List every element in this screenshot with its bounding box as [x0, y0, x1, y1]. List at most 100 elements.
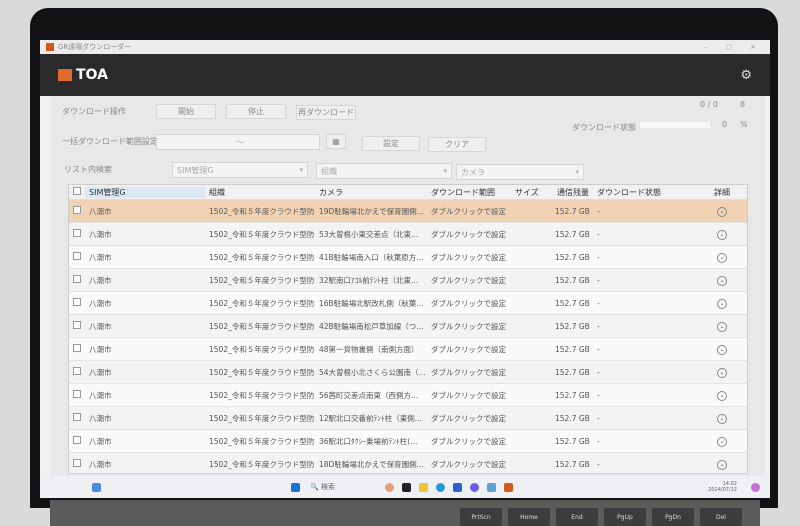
cell-sim: 八潮市 [89, 229, 112, 239]
cell-range[interactable]: ダブルクリックで設定 [427, 206, 511, 217]
cell-sim: 八潮市 [89, 459, 112, 469]
chevron-down-icon[interactable]: ⌄ [717, 459, 727, 470]
col-camera[interactable]: カメラ [315, 187, 427, 198]
col-status[interactable]: ダウンロード状態 [593, 187, 705, 198]
col-org[interactable]: 組織 [205, 187, 315, 198]
start-button[interactable]: 開始 [156, 104, 216, 119]
row-checkbox[interactable] [73, 344, 81, 352]
row-checkbox[interactable] [73, 367, 81, 375]
col-sim[interactable]: SIM管理G [85, 186, 205, 198]
cell-range[interactable]: ダブルクリックで設定 [427, 390, 511, 401]
row-checkbox[interactable] [73, 413, 81, 421]
cell-range[interactable]: ダブルクリックで設定 [427, 321, 511, 332]
minimize-button[interactable]: – [704, 43, 708, 51]
cell-range[interactable]: ダブルクリックで設定 [427, 344, 511, 355]
table-row[interactable]: 八潮市 1502_令和５年度クラウド型防... 56茜町交差点南東（西側方...… [69, 384, 747, 407]
cell-org: 1502_令和５年度クラウド型防... [209, 436, 315, 446]
app-icon-l[interactable] [401, 482, 411, 492]
cell-org: 1502_令和５年度クラウド型防... [209, 344, 315, 354]
window-title: GR遠隔ダウンローダー [58, 43, 132, 51]
cell-range[interactable]: ダブルクリックで設定 [427, 436, 511, 447]
chevron-down-icon[interactable]: ⌄ [717, 229, 727, 240]
table-row[interactable]: 八潮市 1502_令和５年度クラウド型防... 16B駐輪場北駅改札側（秋葉..… [69, 292, 747, 315]
windows-start-icon[interactable] [291, 482, 300, 492]
cell-org: 1502_令和５年度クラウド型防... [209, 413, 315, 423]
cell-range[interactable]: ダブルクリックで設定 [427, 229, 511, 240]
cell-range[interactable]: ダブルクリックで設定 [427, 298, 511, 309]
gear-icon[interactable]: ⚙ [740, 68, 752, 83]
photos-icon[interactable] [486, 482, 496, 492]
cell-status: - [597, 413, 600, 423]
app-icon-copilot[interactable] [469, 482, 479, 492]
chevron-down-icon[interactable]: ⌄ [717, 390, 727, 401]
chevron-down-icon[interactable]: ⌄ [717, 252, 727, 263]
chevron-down-icon[interactable]: ⌄ [717, 436, 727, 447]
store-icon[interactable] [452, 482, 462, 492]
table-row[interactable]: 八潮市 1502_令和５年度クラウド型防... 48第一貨物裏側（南側方面） ダ… [69, 338, 747, 361]
table-row[interactable]: 八潮市 1502_令和５年度クラウド型防... 54大曽根小北さくら公園南（..… [69, 361, 747, 384]
table-row[interactable]: 八潮市 1502_令和５年度クラウド型防... 36駅北口ﾀｸｼｰ乗場前ﾃﾝﾄ柱… [69, 430, 747, 453]
edge-icon[interactable] [435, 482, 445, 492]
chevron-down-icon[interactable]: ⌄ [717, 367, 727, 378]
stop-button[interactable]: 停止 [226, 104, 286, 119]
org-filter-select[interactable]: 組織 ▾ [316, 163, 452, 179]
range-input[interactable]: ～ [156, 134, 320, 150]
chevron-down-icon[interactable]: ⌄ [717, 321, 727, 332]
table-row[interactable]: 八潮市 1502_令和５年度クラウド型防... 32駅南口ｱｺﾙ前ﾃﾝﾄ柱（北東… [69, 269, 747, 292]
row-checkbox[interactable] [73, 298, 81, 306]
copilot-icon[interactable] [384, 482, 394, 492]
maximize-button[interactable]: □ [726, 43, 733, 51]
cell-status: - [597, 459, 600, 469]
row-checkbox[interactable] [73, 229, 81, 237]
taskbar-search[interactable]: 🔍 検索 [310, 482, 335, 492]
close-button[interactable]: × [750, 43, 756, 51]
clock[interactable]: 14:02 2024/07/12 [708, 481, 737, 493]
calendar-icon[interactable]: ▦ [326, 134, 346, 149]
clear-button[interactable]: クリア [428, 137, 486, 152]
col-size[interactable]: サイズ [511, 187, 551, 198]
cell-range[interactable]: ダブルクリックで設定 [427, 367, 511, 378]
chevron-down-icon[interactable]: ⌄ [717, 206, 727, 217]
redownload-button[interactable]: 再ダウンロード [296, 105, 356, 120]
table-row[interactable]: 八潮市 1502_令和５年度クラウド型防... 18D駐輪場北かえで保育園側..… [69, 453, 747, 473]
row-checkbox[interactable] [73, 321, 81, 329]
cell-sim: 八潮市 [89, 436, 112, 446]
cell-sim: 八潮市 [89, 321, 112, 331]
camera-filter-select[interactable]: カメラ ▾ [456, 164, 584, 180]
download-status-label: ダウンロード状態 [572, 123, 636, 132]
sim-filter-select[interactable]: SIM管理G ▾ [172, 162, 308, 178]
chevron-down-icon[interactable]: ⌄ [717, 344, 727, 355]
percent-value: 0 [722, 120, 728, 129]
download-progress-bar [640, 122, 710, 128]
cell-range[interactable]: ダブルクリックで設定 [427, 413, 511, 424]
cell-range[interactable]: ダブルクリックで設定 [427, 459, 511, 470]
row-checkbox[interactable] [73, 206, 81, 214]
app-icon [46, 43, 54, 51]
row-checkbox[interactable] [73, 252, 81, 260]
col-range[interactable]: ダウンロード範囲 [427, 187, 511, 198]
cell-range[interactable]: ダブルクリックで設定 [427, 252, 511, 263]
chevron-down-icon[interactable]: ⌄ [717, 275, 727, 286]
select-all-checkbox[interactable] [73, 187, 81, 195]
table-row[interactable]: 八潮市 1502_令和５年度クラウド型防... 42B駐輪場南松戸草加線（つ..… [69, 315, 747, 338]
row-checkbox[interactable] [73, 390, 81, 398]
widgets-icon[interactable] [92, 482, 101, 492]
row-checkbox[interactable] [73, 275, 81, 283]
main-panel: ダウンロード操作 開始 停止 再ダウンロード 0 / 0 8 ダウンロード状態 … [50, 96, 765, 476]
copilot-tray-icon[interactable] [751, 482, 760, 492]
table-row[interactable]: 八潮市 1502_令和５年度クラウド型防... 41B駐輪場南入口（秋葉原方..… [69, 246, 747, 269]
table-row[interactable]: 八潮市 1502_令和５年度クラウド型防... 12駅北口交番前ﾃﾝﾄ柱（東側.… [69, 407, 747, 430]
chevron-down-icon[interactable]: ⌄ [717, 413, 727, 424]
folder-icon[interactable] [418, 482, 428, 492]
row-checkbox[interactable] [73, 436, 81, 444]
set-button[interactable]: 設定 [362, 136, 420, 151]
cell-camera: 53大曽根小東交差点（北東... [319, 229, 419, 239]
gr-downloader-taskbar-icon[interactable] [503, 482, 513, 492]
col-remaining[interactable]: 通信残量 [551, 187, 593, 198]
count-unit: 8 [740, 100, 746, 109]
table-row[interactable]: 八潮市 1502_令和５年度クラウド型防... 53大曽根小東交差点（北東...… [69, 223, 747, 246]
table-row[interactable]: 八潮市 1502_令和５年度クラウド型防... 19D駐輪場北かえで保育園側..… [69, 200, 747, 223]
row-checkbox[interactable] [73, 459, 81, 467]
chevron-down-icon[interactable]: ⌄ [717, 298, 727, 309]
cell-range[interactable]: ダブルクリックで設定 [427, 275, 511, 286]
